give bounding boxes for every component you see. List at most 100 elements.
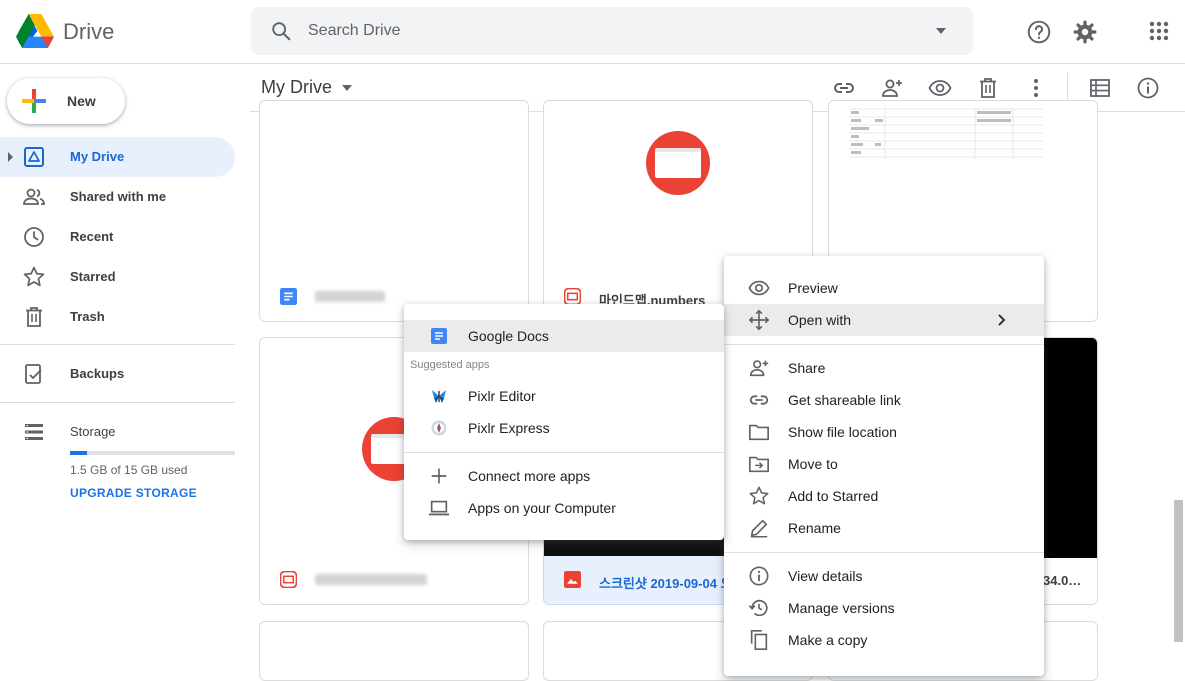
my-drive-icon [24, 147, 44, 167]
sidebar-item-label: Recent [70, 229, 114, 244]
scrollbar-thumb[interactable] [1174, 500, 1183, 642]
menu-item-rename[interactable]: Rename [724, 512, 1044, 544]
menu-item-google-docs[interactable]: Google Docs [404, 320, 724, 352]
pencil-icon [750, 519, 768, 538]
gear-icon[interactable] [1072, 19, 1098, 45]
person-add-icon[interactable] [880, 76, 904, 100]
file-name-redacted [315, 291, 385, 302]
open-with-submenu: Google Docs Suggested apps Pixlr Editor … [404, 304, 724, 540]
plus-icon [431, 468, 447, 484]
menu-divider [404, 452, 724, 453]
menu-item-make-a-copy[interactable]: Make a copy [724, 624, 1044, 656]
image-file-icon [564, 571, 581, 588]
search-icon[interactable] [270, 20, 292, 42]
menu-item-add-to-starred[interactable]: Add to Starred [724, 480, 1044, 512]
page-title[interactable]: My Drive [261, 77, 332, 98]
file-preview-thumbnail [646, 131, 710, 195]
plus-icon [22, 89, 46, 113]
menu-item-label: Open with [788, 312, 852, 328]
copy-icon [750, 630, 768, 650]
menu-item-label: Show file location [788, 424, 897, 440]
menu-item-manage-versions[interactable]: Manage versions [724, 592, 1044, 624]
google-docs-icon [431, 328, 447, 344]
menu-item-pixlr-editor[interactable]: Pixlr Editor [404, 380, 724, 412]
sidebar-item-trash[interactable]: Trash [0, 297, 235, 337]
sidebar-item-label: My Drive [70, 149, 125, 164]
search-input[interactable] [308, 18, 868, 44]
star-icon [23, 266, 45, 287]
menu-item-view-details[interactable]: View details [724, 560, 1044, 592]
menu-item-label: View details [788, 568, 863, 584]
app-title[interactable]: Drive [63, 19, 114, 45]
menu-item-label: Share [788, 360, 826, 376]
help-icon[interactable] [1026, 19, 1052, 45]
sidebar-item-my-drive[interactable]: My Drive [0, 137, 235, 177]
laptop-icon [428, 500, 450, 516]
history-icon [748, 599, 768, 617]
file-name: 스크린샷 2019-09-04 오 [599, 576, 733, 591]
sidebar-item-starred[interactable]: Starred [0, 257, 235, 297]
new-button-label: New [67, 93, 96, 109]
people-icon [23, 188, 45, 205]
menu-item-get-shareable-link[interactable]: Get shareable link [724, 384, 1044, 416]
menu-item-apps-on-computer[interactable]: Apps on your Computer [404, 492, 724, 524]
sidebar-item-backups[interactable]: Backups [0, 354, 235, 394]
list-view-icon[interactable] [1088, 76, 1112, 100]
file-card[interactable] [259, 100, 529, 322]
menu-item-share[interactable]: Share [724, 352, 1044, 384]
sidebar-item-shared-with-me[interactable]: Shared with me [0, 177, 235, 217]
file-card-footer [260, 556, 528, 604]
storage-progress-track [70, 451, 235, 455]
menu-item-label: Move to [788, 456, 838, 472]
link-icon [749, 395, 769, 405]
menu-item-show-file-location[interactable]: Show file location [724, 416, 1044, 448]
star-icon [749, 486, 769, 505]
menu-item-label: Pixlr Express [468, 420, 550, 436]
menu-item-pixlr-express[interactable]: Pixlr Express [404, 412, 724, 444]
chevron-down-icon[interactable] [342, 85, 352, 91]
expand-caret-icon[interactable] [8, 152, 13, 162]
search-options-dropdown-icon[interactable] [934, 26, 948, 36]
menu-item-label: Connect more apps [468, 468, 591, 484]
trash-icon [26, 307, 42, 327]
menu-item-label: Make a copy [788, 632, 868, 648]
menu-item-label: Rename [788, 520, 841, 536]
menu-item-label: Manage versions [788, 600, 895, 616]
drive-logo-icon[interactable] [16, 14, 54, 48]
clock-icon [24, 227, 44, 247]
menu-item-label: Preview [788, 280, 838, 296]
toolbar-divider [1067, 73, 1068, 103]
generic-file-icon [280, 571, 297, 588]
menu-item-move-to[interactable]: Move to [724, 448, 1044, 480]
trash-icon[interactable] [976, 76, 1000, 100]
docs-file-icon [280, 288, 297, 305]
eye-icon[interactable] [928, 76, 952, 100]
storage-icon [25, 424, 43, 440]
upgrade-storage-link[interactable]: UPGRADE STORAGE [70, 486, 197, 500]
menu-divider [724, 344, 1044, 345]
menu-item-connect-more-apps[interactable]: Connect more apps [404, 460, 724, 492]
backup-device-icon [25, 364, 42, 384]
storage-progress-fill [70, 451, 87, 455]
pixlr-editor-icon [432, 390, 446, 403]
info-icon[interactable] [1136, 76, 1160, 100]
sidebar-item-label: Storage [70, 424, 116, 439]
sidebar-item-recent[interactable]: Recent [0, 217, 235, 257]
file-card[interactable] [259, 621, 529, 681]
spreadsheet-thumbnail [849, 107, 1043, 159]
sidebar-divider [0, 402, 235, 403]
sidebar-item-storage[interactable]: Storage [0, 412, 235, 452]
chevron-right-icon [998, 314, 1006, 326]
apps-grid-icon[interactable] [1148, 20, 1170, 42]
menu-item-open-with[interactable]: Open with [724, 304, 1044, 336]
sidebar-divider [0, 344, 235, 345]
menu-item-label: Google Docs [468, 328, 549, 344]
move-arrows-icon [748, 309, 770, 331]
move-to-folder-icon [749, 456, 769, 473]
menu-item-label: Pixlr Editor [468, 388, 536, 404]
link-icon[interactable] [832, 76, 856, 100]
more-vert-icon[interactable] [1024, 76, 1048, 100]
menu-item-preview[interactable]: Preview [724, 272, 1044, 304]
pixlr-express-icon [431, 420, 447, 436]
file-name-redacted [315, 574, 427, 585]
